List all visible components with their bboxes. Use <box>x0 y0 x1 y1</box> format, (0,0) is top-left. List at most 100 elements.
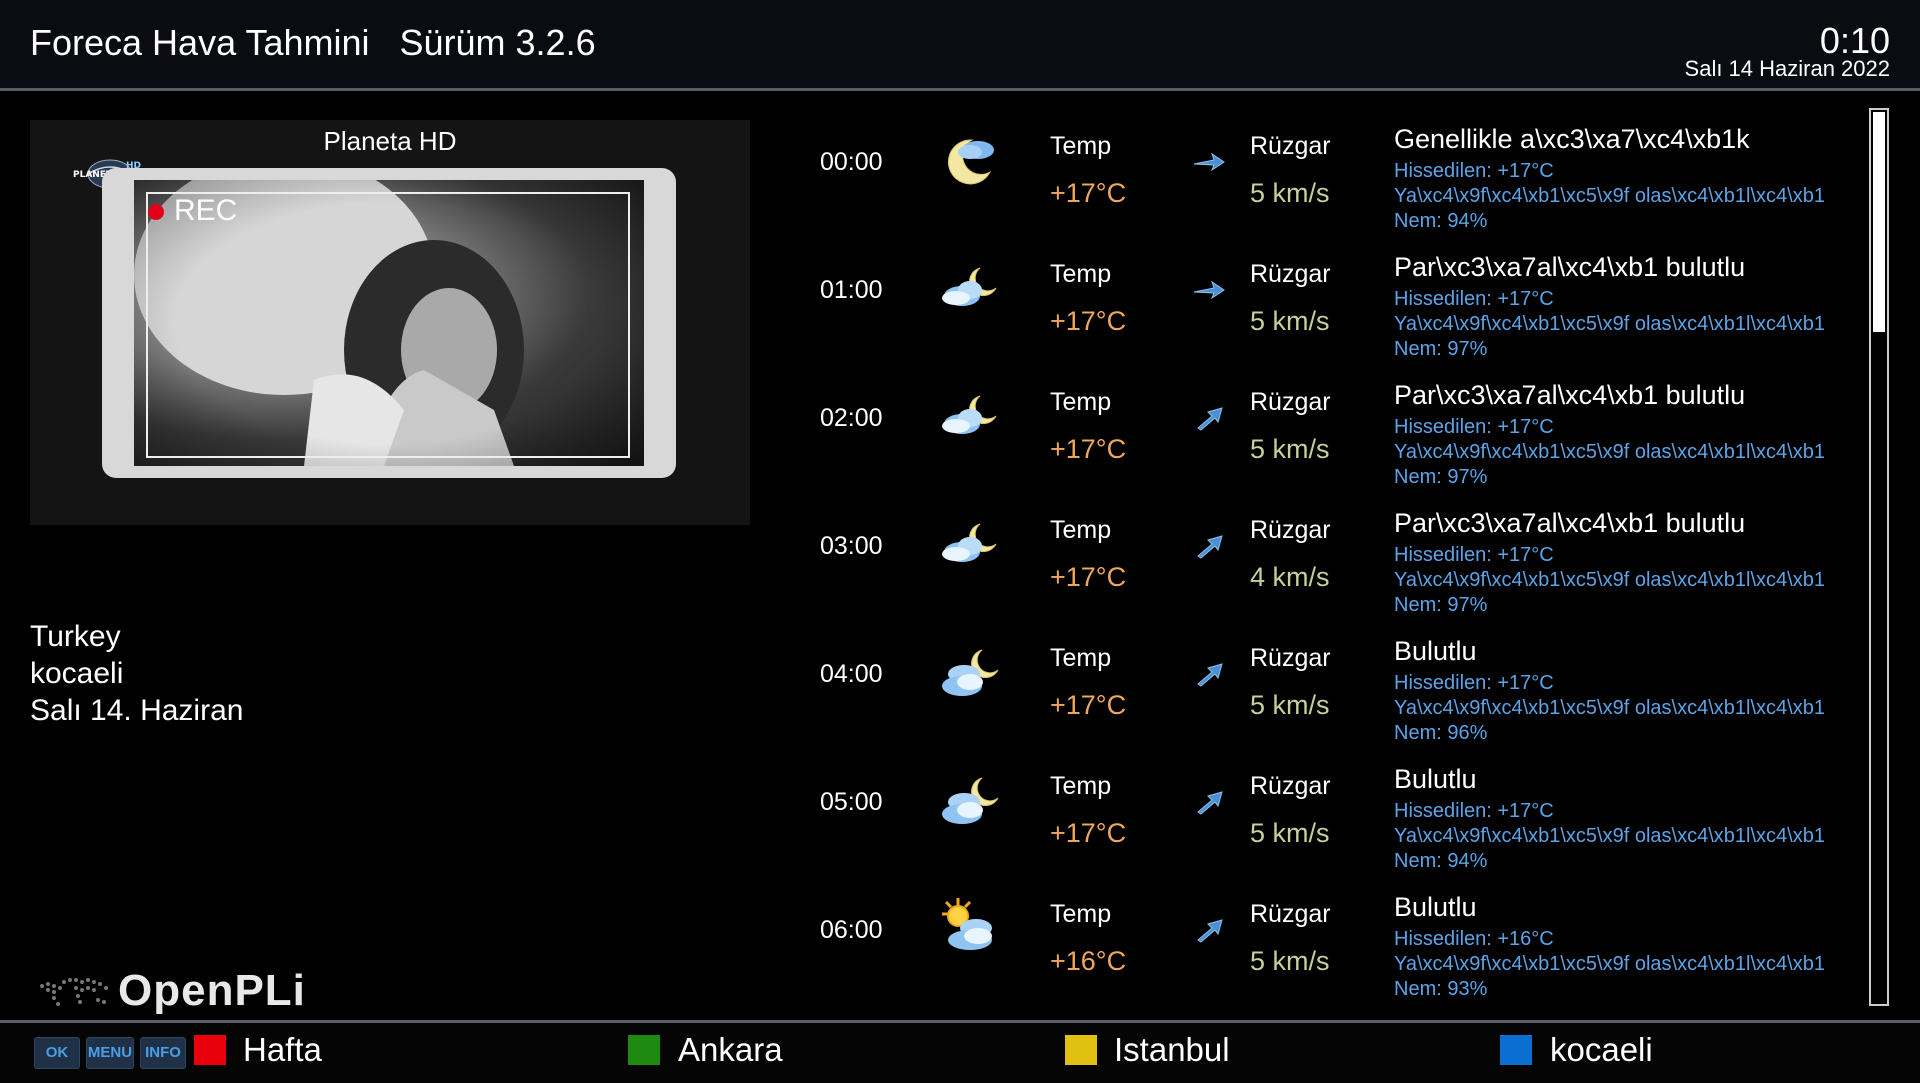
forecast-time: 00:00 <box>820 148 883 176</box>
rec-dot-icon <box>148 204 164 220</box>
weather-description: Bulutlu <box>1394 764 1477 794</box>
weather-description: Bulutlu <box>1394 636 1477 666</box>
rec-label: REC <box>174 194 238 227</box>
cloud-moon-icon <box>936 510 1004 578</box>
header-bar: Foreca Hava Tahmini Sürüm 3.2.6 0:10 Sal… <box>0 0 1920 91</box>
temp-label: Temp <box>1050 772 1112 800</box>
scrollbar-thumb[interactable] <box>1873 112 1885 332</box>
feels-like: Hissedilen: +17°C <box>1394 160 1554 182</box>
wind-label: Rüzgar <box>1250 900 1331 928</box>
red-button-label[interactable]: Hafta <box>243 1031 322 1069</box>
temp-label: Temp <box>1050 132 1112 160</box>
temp-value: +16°C <box>1050 946 1127 976</box>
weather-description: Par\xc3\xa7al\xc4\xb1 bulutlu <box>1394 380 1746 410</box>
feels-like: Hissedilen: +17°C <box>1394 800 1554 822</box>
precipitation-chance: Ya\xc4\x9f\xc4\xb1\xc5\x9f olas\xc4\xb1l… <box>1394 697 1825 719</box>
precipitation-chance: Ya\xc4\x9f\xc4\xb1\xc5\x9f olas\xc4\xb1l… <box>1394 953 1825 975</box>
clouds-moon-icon <box>936 766 1004 834</box>
precipitation-chance: Ya\xc4\x9f\xc4\xb1\xc5\x9f olas\xc4\xb1l… <box>1394 825 1825 847</box>
cloud-moon-icon <box>936 382 1004 450</box>
wind-direction-icon <box>1190 276 1226 304</box>
wind-value: 5 km/s <box>1250 818 1330 848</box>
blue-button-label[interactable]: kocaeli <box>1550 1031 1653 1069</box>
video-frame: REC <box>102 168 676 478</box>
location-city: kocaeli <box>30 657 124 690</box>
forecast-time: 03:00 <box>820 532 883 560</box>
humidity: Nem: 97% <box>1394 594 1488 616</box>
temp-label: Temp <box>1050 516 1112 544</box>
wind-direction-icon <box>1190 404 1226 432</box>
green-button-icon[interactable] <box>628 1035 660 1065</box>
forecast-row[interactable]: 04:00 Temp +17°C Rüzgar 5 km/s Bulutlu Hissedi… <box>780 620 1868 748</box>
humidity: Nem: 94% <box>1394 850 1488 872</box>
info-key[interactable]: INFO <box>140 1037 186 1069</box>
temp-value: +17°C <box>1050 178 1127 208</box>
wind-label: Rüzgar <box>1250 644 1331 672</box>
forecast-row[interactable]: 01:00 Temp +17°C Rüzgar 5 km/s Par\xc3\xa7al\… <box>780 236 1868 364</box>
wind-label: Rüzgar <box>1250 260 1331 288</box>
tv-preview: Planeta HD PLANETA HD REC <box>30 120 750 525</box>
humidity: Nem: 94% <box>1394 210 1488 232</box>
forecast-time: 04:00 <box>820 660 883 688</box>
cloud-moon-icon <box>936 254 1004 322</box>
wind-label: Rüzgar <box>1250 516 1331 544</box>
wind-label: Rüzgar <box>1250 388 1331 416</box>
wind-value: 4 km/s <box>1250 562 1330 592</box>
forecast-row[interactable]: 03:00 Temp +17°C Rüzgar 4 km/s Par\xc3\xa7al\… <box>780 492 1868 620</box>
forecast-list[interactable]: 00:00 Temp +17°C Rüzgar 5 km/s Genellikle a\x… <box>780 108 1868 1008</box>
red-button-icon[interactable] <box>194 1035 226 1065</box>
humidity: Nem: 96% <box>1394 722 1488 744</box>
weather-description: Genellikle a\xc3\xa7\xc4\xb1k <box>1394 124 1750 154</box>
location-country: Turkey <box>30 620 121 653</box>
green-button-label[interactable]: Ankara <box>678 1031 783 1069</box>
wind-label: Rüzgar <box>1250 132 1331 160</box>
temp-label: Temp <box>1050 260 1112 288</box>
forecast-row[interactable]: 02:00 Temp +17°C Rüzgar 5 km/s Par\xc3\xa7al\… <box>780 364 1868 492</box>
forecast-row[interactable]: 06:00 Temp +16°C Rüzgar 5 km/s Bulutlu Hissedi… <box>780 876 1868 1004</box>
temp-value: +17°C <box>1050 306 1127 336</box>
temp-value: +17°C <box>1050 818 1127 848</box>
forecast-time: 02:00 <box>820 404 883 432</box>
feels-like: Hissedilen: +17°C <box>1394 544 1554 566</box>
temp-value: +17°C <box>1050 434 1127 464</box>
location-info: Turkey kocaeli Salı 14. Haziran <box>30 618 243 729</box>
yellow-button-icon[interactable] <box>1065 1035 1097 1065</box>
ok-key[interactable]: OK <box>34 1037 80 1069</box>
forecast-time: 05:00 <box>820 788 883 816</box>
forecast-time: 06:00 <box>820 916 883 944</box>
wind-value: 5 km/s <box>1250 434 1330 464</box>
temp-value: +17°C <box>1050 562 1127 592</box>
feels-like: Hissedilen: +16°C <box>1394 928 1554 950</box>
humidity: Nem: 93% <box>1394 978 1488 1000</box>
weather-description: Par\xc3\xa7al\xc4\xb1 bulutlu <box>1394 508 1746 538</box>
wind-label: Rüzgar <box>1250 772 1331 800</box>
scrollbar[interactable] <box>1869 108 1889 1006</box>
weather-description: Par\xc3\xa7al\xc4\xb1 bulutlu <box>1394 252 1746 282</box>
weather-description: Bulutlu <box>1394 892 1477 922</box>
temp-value: +17°C <box>1050 690 1127 720</box>
menu-key[interactable]: MENU <box>86 1037 134 1069</box>
forecast-row[interactable]: 05:00 Temp +17°C Rüzgar 5 km/s Bulutlu Hissedi… <box>780 748 1868 876</box>
moon-cloud-icon <box>936 126 1004 194</box>
wind-value: 5 km/s <box>1250 690 1330 720</box>
yellow-button-label[interactable]: Istanbul <box>1114 1031 1230 1069</box>
wind-value: 5 km/s <box>1250 178 1330 208</box>
header-date: Salı 14 Haziran 2022 <box>1684 56 1890 81</box>
temp-label: Temp <box>1050 388 1112 416</box>
forecast-time: 01:00 <box>820 276 883 304</box>
rec-frame <box>146 192 630 458</box>
humidity: Nem: 97% <box>1394 466 1488 488</box>
world-map-icon <box>40 978 108 1006</box>
clouds-moon-icon <box>936 638 1004 706</box>
location-date: Salı 14. Haziran <box>30 694 244 727</box>
feels-like: Hissedilen: +17°C <box>1394 288 1554 310</box>
wind-direction-icon <box>1190 660 1226 688</box>
precipitation-chance: Ya\xc4\x9f\xc4\xb1\xc5\x9f olas\xc4\xb1l… <box>1394 569 1825 591</box>
wind-value: 5 km/s <box>1250 946 1330 976</box>
wind-direction-icon <box>1190 916 1226 944</box>
forecast-row[interactable]: 00:00 Temp +17°C Rüzgar 5 km/s Genellikle a\x… <box>780 108 1868 236</box>
blue-button-icon[interactable] <box>1500 1035 1532 1065</box>
openpli-logo: OpenPLi <box>34 966 334 1016</box>
temp-label: Temp <box>1050 900 1112 928</box>
wind-direction-icon <box>1190 532 1226 560</box>
